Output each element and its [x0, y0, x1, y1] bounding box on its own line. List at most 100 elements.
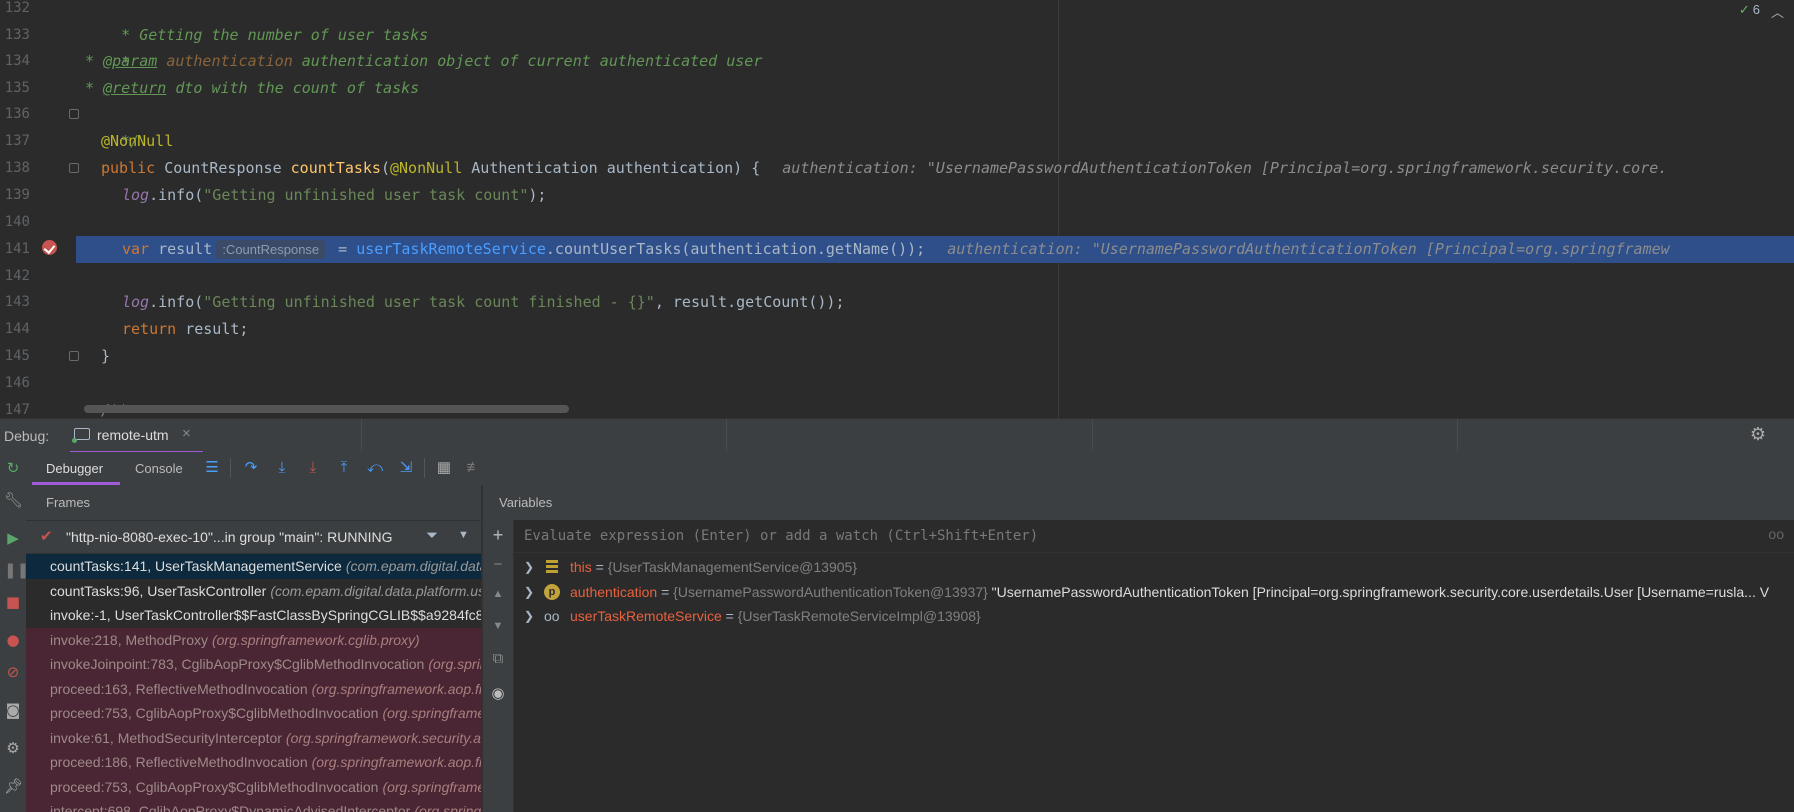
frame-row[interactable]: intercept:698, CglibAopProxy$DynamicAdvi…	[26, 799, 481, 812]
divider	[361, 419, 362, 451]
frame-row[interactable]: invoke:218, MethodProxy (org.springframew…	[26, 627, 481, 652]
code-line[interactable]: @NonNull	[76, 128, 1794, 155]
line-number: 144	[4, 321, 30, 337]
code-line[interactable]: log.info("Getting unfinished user task c…	[76, 289, 1794, 316]
trace-icon[interactable]: ≢	[464, 458, 484, 478]
gear-icon[interactable]: ⚙	[1750, 424, 1766, 445]
code-line[interactable]: *	[76, 22, 1794, 71]
debug-title: Debug:	[4, 428, 50, 444]
code-line[interactable]: }	[76, 343, 1794, 370]
horizontal-scrollbar[interactable]	[84, 405, 569, 413]
frames-title: Frames	[26, 485, 481, 521]
divider	[230, 458, 231, 478]
divider	[726, 419, 727, 451]
check-icon: ✔	[40, 528, 53, 545]
layout-menu-icon[interactable]: ☰	[202, 458, 222, 478]
resume-icon[interactable]: ▶	[4, 529, 22, 547]
stop-icon[interactable]: ■	[4, 593, 22, 611]
field-icon	[546, 560, 558, 573]
chevron-down-icon[interactable]: ▼	[458, 529, 469, 541]
frame-row[interactable]: proceed:753, CglibAopProxy$CglibMethodIn…	[26, 701, 481, 726]
evaluate-table-icon[interactable]: ▦	[434, 458, 454, 478]
code-line[interactable]: * @return dto with the count of tasks	[76, 75, 1794, 102]
frame-row[interactable]: countTasks:141, UserTaskManagementServic…	[26, 554, 481, 579]
code-line[interactable]: public CountResponse countTasks(@NonNull…	[76, 155, 1794, 182]
chevron-right-icon[interactable]: ❯	[524, 604, 534, 628]
tab-console[interactable]: Console	[135, 461, 183, 476]
frame-row[interactable]: countTasks:96, UserTaskController (com.ep…	[26, 579, 481, 604]
rerun-icon[interactable]: ↻	[4, 459, 22, 477]
settings-icon[interactable]: ⚙	[4, 739, 22, 757]
session-tab-remote-utm[interactable]: remote-utm ×	[70, 419, 203, 454]
line-number: 142	[4, 268, 30, 284]
move-down-icon[interactable]: ▼	[490, 620, 506, 632]
line-number: 133	[4, 27, 30, 43]
filter-icon[interactable]: ⏷	[426, 527, 438, 544]
frame-row[interactable]: invoke:-1, UserTaskController$$FastClass…	[26, 603, 481, 628]
code-line[interactable]: */	[76, 101, 1794, 150]
code-editor[interactable]: ✓ 6 ︿ 132 133 134 135 136 137 138 139 140…	[0, 0, 1794, 418]
code-line[interactable]: return result;	[76, 316, 1794, 343]
frame-row[interactable]: proceed:163, ReflectiveMethodInvocation(…	[26, 676, 481, 701]
copy-icon[interactable]: ⧉	[490, 650, 506, 667]
current-execution-line[interactable]: var result:CountResponse = userTaskRemot…	[76, 236, 1794, 263]
frame-row[interactable]: proceed:186, ReflectiveMethodInvocation(…	[26, 750, 481, 775]
line-number: 140	[4, 214, 30, 230]
step-out-icon[interactable]: ⤒	[334, 458, 354, 478]
frame-row[interactable]: invokeJoinpoint:783, CglibAopProxy$Cglib…	[26, 652, 481, 677]
line-number: 143	[4, 294, 30, 310]
camera-icon[interactable]: ◙	[4, 701, 22, 719]
inline-debug-value: authentication: "UsernamePasswordAuthent…	[947, 240, 1670, 258]
remote-debug-icon	[72, 428, 90, 443]
code-line[interactable]: * Getting the number of user tasks	[76, 0, 1794, 44]
debug-side-toolbar: ↻ 🔧︎ ▶ ❚❚ ■ ● ⊘ ◙ ⚙ 📌︎	[0, 452, 29, 812]
move-up-icon[interactable]: ▲	[490, 588, 506, 600]
glasses-icon[interactable]: oo	[1768, 526, 1784, 542]
step-over-icon[interactable]: ↷	[241, 458, 261, 478]
parameter-icon: p	[544, 584, 560, 600]
tab-debugger[interactable]: Debugger	[46, 461, 103, 476]
frame-row[interactable]: proceed:753, CglibAopProxy$CglibMethodIn…	[26, 774, 481, 799]
wrench-icon[interactable]: 🔧︎	[4, 491, 23, 509]
line-number: 135	[4, 80, 30, 96]
code-line[interactable]: * @param authentication authentication o…	[76, 48, 1794, 75]
pause-icon[interactable]: ❚❚	[4, 561, 29, 579]
variables-title: Variables	[483, 485, 1794, 521]
watch-glasses-icon: oo	[544, 608, 560, 624]
line-number: 141	[4, 241, 30, 257]
type-inlay-hint: :CountResponse	[216, 240, 326, 259]
view-breakpoints-icon[interactable]: ●	[4, 631, 22, 649]
line-number: 138	[4, 160, 30, 176]
code-line[interactable]: log.info("Getting unfinished user task c…	[76, 182, 1794, 209]
variables-panel: Variables + − ▲ ▼ ⧉ ◉ oo ❯ this = {UserT…	[483, 485, 1794, 812]
evaluate-expression-input[interactable]	[514, 520, 1726, 552]
close-icon[interactable]: ×	[182, 425, 191, 442]
pin-icon[interactable]: 📌︎	[4, 777, 23, 795]
line-number: 132	[4, 0, 30, 16]
line-number: 136	[4, 106, 30, 122]
divider	[1092, 419, 1093, 451]
chevron-right-icon[interactable]: ❯	[524, 555, 534, 579]
eye-icon[interactable]: ◉	[490, 684, 506, 702]
thread-selector[interactable]: ✔ "http-nio-8080-exec-10"...in group "ma…	[26, 521, 481, 554]
divider	[1457, 419, 1458, 451]
line-number: 147	[4, 402, 30, 418]
drop-frame-icon[interactable]: ⤺	[365, 458, 385, 478]
remove-watch-icon[interactable]: −	[490, 556, 506, 573]
frame-row[interactable]: invoke:61, MethodSecurityInterceptor (org…	[26, 725, 481, 750]
debugger-toolbar: Debugger Console ☰ ↷ ⤓ ⤓ ⤒ ⤺ ⇲ ▦ ≢	[26, 452, 1794, 486]
line-number: 137	[4, 133, 30, 149]
add-watch-icon[interactable]: +	[490, 525, 506, 546]
divider	[424, 458, 425, 478]
line-number: 146	[4, 375, 30, 391]
variables-side-toolbar: + − ▲ ▼ ⧉ ◉	[483, 520, 514, 812]
breakpoint-icon[interactable]	[42, 240, 57, 255]
mute-breakpoints-icon[interactable]: ⊘	[4, 663, 22, 681]
force-step-into-icon[interactable]: ⤓	[303, 458, 323, 478]
frames-panel: Frames ✔ "http-nio-8080-exec-10"...in gr…	[26, 485, 483, 812]
step-into-icon[interactable]: ⤓	[272, 458, 292, 478]
line-number: 145	[4, 348, 30, 364]
chevron-right-icon[interactable]: ❯	[524, 580, 534, 604]
debug-tool-window-header: Debug: remote-utm × ⚙	[0, 418, 1794, 454]
run-to-cursor-icon[interactable]: ⇲	[396, 458, 416, 478]
